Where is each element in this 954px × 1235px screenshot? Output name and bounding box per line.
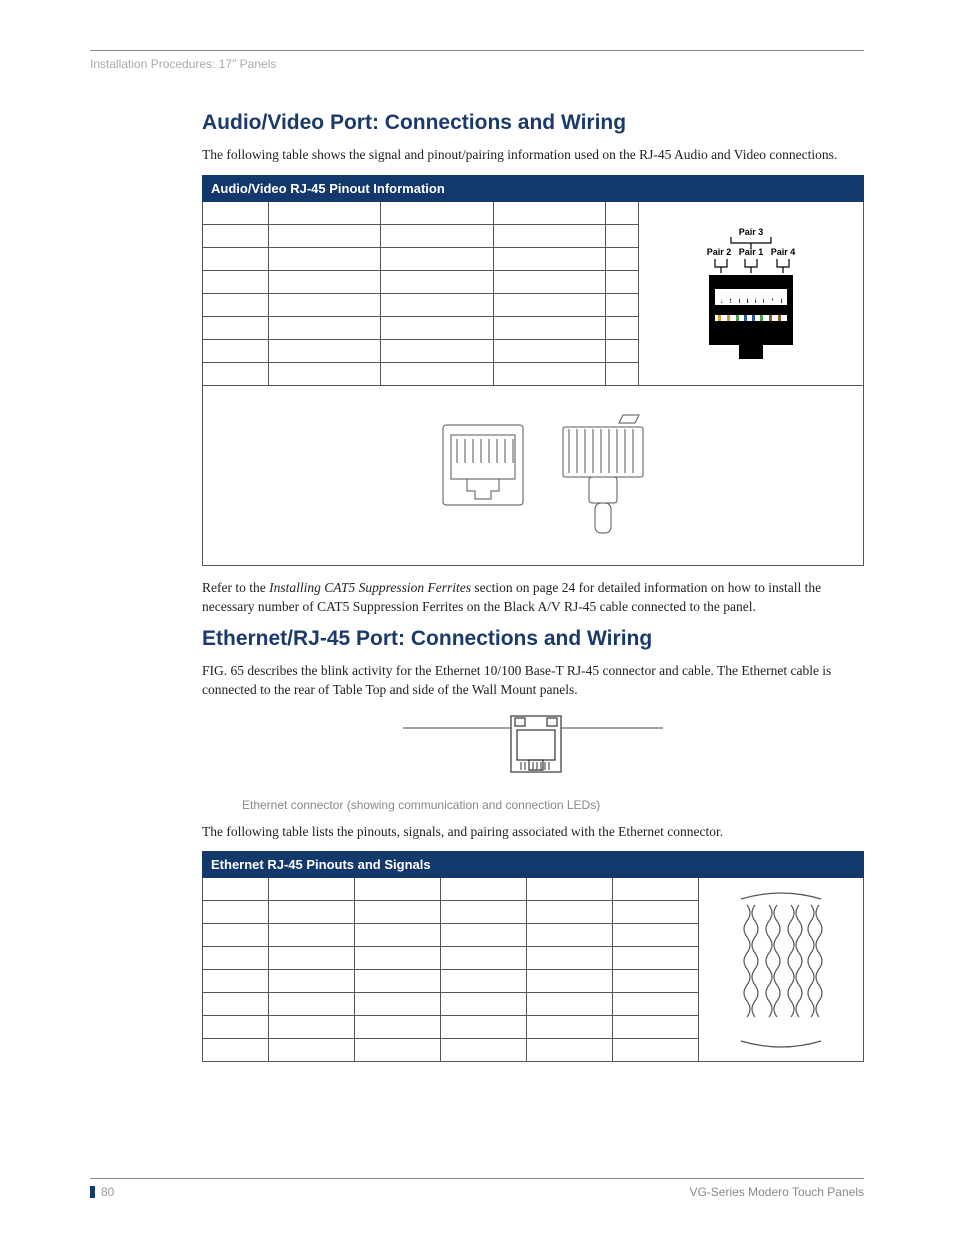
- section2-after-fig: The following table lists the pinouts, s…: [202, 822, 864, 842]
- breadcrumb: Installation Procedures: 17" Panels: [90, 57, 864, 71]
- audio-video-pinout-table: Audio/Video RJ-45 Pinout Information Pai…: [202, 175, 864, 566]
- footer-doc-title: VG-Series Modero Touch Panels: [689, 1185, 864, 1199]
- table-row: [203, 878, 864, 901]
- note-ital: Installing CAT5 Suppression Ferrites: [269, 580, 471, 595]
- ethernet-connector-figure: [202, 710, 864, 790]
- table-header-ethernet: Ethernet RJ-45 Pinouts and Signals: [203, 852, 864, 878]
- ethernet-pinout-table: Ethernet RJ-45 Pinouts and Signals: [202, 851, 864, 1062]
- figure-caption: Ethernet connector (showing communicatio…: [242, 798, 864, 812]
- ethernet-wiring-diagram: [698, 878, 863, 1062]
- section-title-audio-video: Audio/Video Port: Connections and Wiring: [202, 111, 864, 135]
- connector-diagram-row: [203, 385, 864, 565]
- section-title-ethernet: Ethernet/RJ-45 Port: Connections and Wir…: [202, 627, 864, 651]
- pair3-label: Pair 3: [739, 227, 764, 237]
- table-header-av: Audio/Video RJ-45 Pinout Information: [203, 175, 864, 201]
- rj45-pair-diagram: Pair 3 Pair 2 Pair 1 Pair 4: [639, 201, 864, 385]
- page-number: 80: [90, 1185, 114, 1199]
- pair2-label: Pair 2: [707, 247, 732, 257]
- section2-intro: FIG. 65 describes the blink activity for…: [202, 661, 864, 700]
- page-footer: 80 VG-Series Modero Touch Panels: [90, 1185, 864, 1199]
- section1-note: Refer to the Installing CAT5 Suppression…: [202, 578, 864, 617]
- table-row: Pair 3 Pair 2 Pair 1 Pair 4: [203, 201, 864, 224]
- pair4-label: Pair 4: [771, 247, 796, 257]
- note-prefix: Refer to the: [202, 580, 269, 595]
- main-content: Audio/Video Port: Connections and Wiring…: [202, 111, 864, 1062]
- footer-rule: [90, 1178, 864, 1179]
- top-rule: [90, 50, 864, 51]
- rj45-connector-diagrams: [203, 385, 864, 565]
- page: Installation Procedures: 17" Panels Audi…: [0, 0, 954, 1235]
- section1-intro: The following table shows the signal and…: [202, 145, 864, 165]
